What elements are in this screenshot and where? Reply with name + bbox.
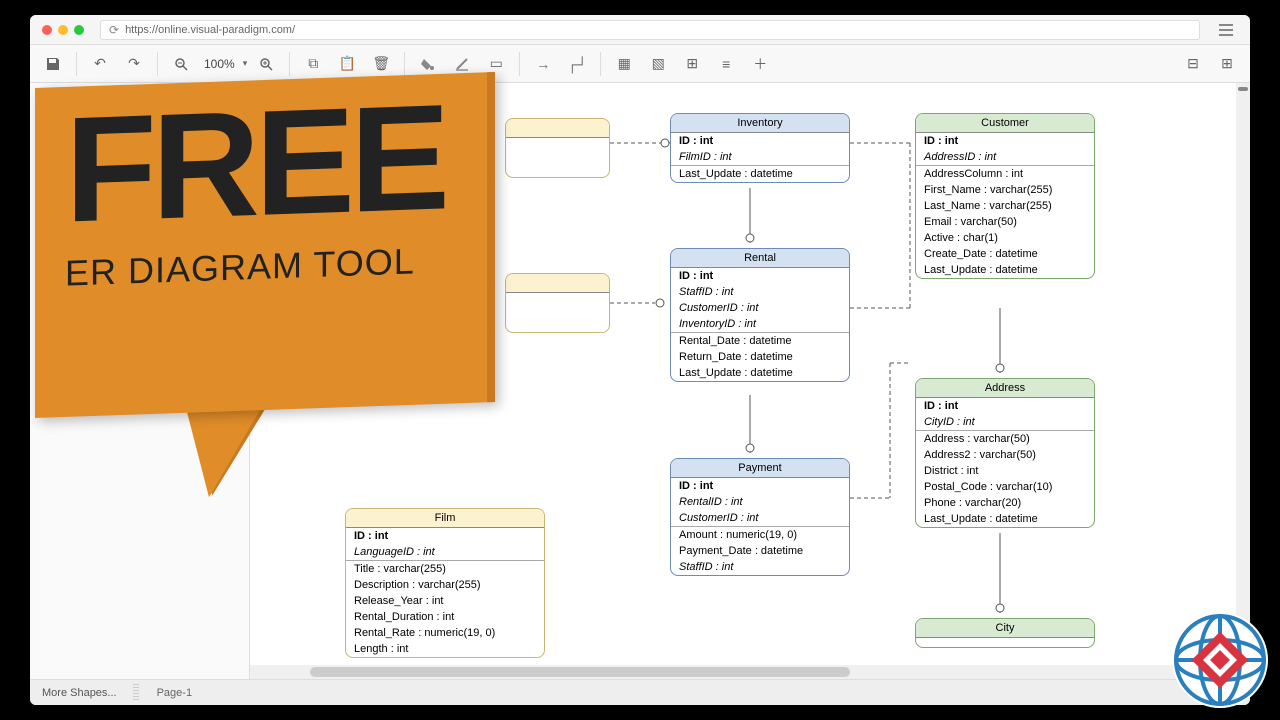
zoom-in-icon[interactable]: [251, 50, 281, 78]
entity-field: Description : varchar(255): [346, 577, 544, 593]
to-front-icon[interactable]: ▦: [609, 50, 639, 78]
scrollbar-horizontal[interactable]: [250, 665, 1234, 679]
entity-field: Length : int: [346, 641, 544, 657]
entity-field: Amount : numeric(19, 0): [671, 527, 849, 543]
entity-field: District : int: [916, 463, 1094, 479]
toolbar: ↶ ↷ 100%▾ ⧉ 📋 🗑 ▭ → ┌┘ ▦ ▧ ⊞ ≡ ＋ ⊟ ⊞: [30, 45, 1250, 83]
entity-field: LanguageID : int: [346, 544, 544, 561]
window-minimize-icon[interactable]: [58, 25, 68, 35]
window-close-icon[interactable]: [42, 25, 52, 35]
entity-field: Payment_Date : datetime: [671, 543, 849, 559]
outline-panel-icon[interactable]: ⊞: [1212, 50, 1242, 78]
entity-body: ID : intAddressID : intAddressColumn : i…: [916, 133, 1094, 278]
entity-title: Payment: [671, 459, 849, 478]
entity-field: Last_Update : datetime: [916, 511, 1094, 527]
entity-field: Rental_Duration : int: [346, 609, 544, 625]
entity-body: ID : intCityID : intAddress : varchar(50…: [916, 398, 1094, 527]
entity-field: CustomerID : int: [671, 300, 849, 316]
more-shapes-button[interactable]: More Shapes...: [38, 687, 121, 699]
entity-field: Last_Update : datetime: [671, 365, 849, 381]
entity-field: StaffID : int: [671, 284, 849, 300]
to-back-icon[interactable]: ▧: [643, 50, 673, 78]
zoom-out-icon[interactable]: [166, 50, 196, 78]
entity-field: Last_Update : datetime: [916, 262, 1094, 278]
format-panel-icon[interactable]: ⊟: [1178, 50, 1208, 78]
brand-logo-icon: [1170, 610, 1270, 710]
save-icon[interactable]: [38, 50, 68, 78]
entity-field: ID : int: [671, 133, 849, 149]
redo-icon[interactable]: ↷: [119, 50, 149, 78]
reload-icon[interactable]: ⟳: [109, 23, 119, 37]
entity-title: Address: [916, 379, 1094, 398]
entity-address[interactable]: Address ID : intCityID : intAddress : va…: [915, 378, 1095, 528]
entity-field: Address2 : varchar(50): [916, 447, 1094, 463]
entity-field: CustomerID : int: [671, 510, 849, 527]
entity-field: Release_Year : int: [346, 593, 544, 609]
entity-field: Address : varchar(50): [916, 431, 1094, 447]
entity-field: Create_Date : datetime: [916, 246, 1094, 262]
hamburger-icon[interactable]: [1214, 18, 1238, 42]
entity-film[interactable]: Film ID : intLanguageID : intTitle : var…: [345, 508, 545, 658]
entity-inventory[interactable]: Inventory ID : intFilmID : intLast_Updat…: [670, 113, 850, 183]
entity-field: Last_Update : datetime: [671, 166, 849, 182]
entity-title: Film: [346, 509, 544, 528]
url-text: https://online.visual-paradigm.com/: [125, 24, 295, 36]
window-maximize-icon[interactable]: [74, 25, 84, 35]
url-bar[interactable]: ⟳ https://online.visual-paradigm.com/: [100, 20, 1200, 40]
entity-body: ID : intRentalID : intCustomerID : intAm…: [671, 478, 849, 575]
entity-body: ID : intFilmID : intLast_Update : dateti…: [671, 133, 849, 182]
entity-customer[interactable]: Customer ID : intAddressID : intAddressC…: [915, 113, 1095, 279]
entity-field: StaffID : int: [671, 559, 849, 575]
add-icon[interactable]: ＋: [745, 50, 775, 78]
entity-field: First_Name : varchar(255): [916, 182, 1094, 198]
distribute-icon[interactable]: ≡: [711, 50, 741, 78]
entity-field: Phone : varchar(20): [916, 495, 1094, 511]
titlebar: ⟳ https://online.visual-paradigm.com/: [30, 15, 1250, 45]
entity-title: City: [916, 619, 1094, 638]
entity-field: Active : char(1): [916, 230, 1094, 246]
entity-payment[interactable]: Payment ID : intRentalID : intCustomerID…: [670, 458, 850, 576]
entity-field: CityID : int: [916, 414, 1094, 431]
entity-field: ID : int: [346, 528, 544, 544]
promo-banner: FREE ER DIAGRAM TOOL: [35, 80, 525, 500]
page-tab[interactable]: Page-1: [147, 687, 202, 699]
entity-field: Postal_Code : varchar(10): [916, 479, 1094, 495]
entity-field: Rental_Date : datetime: [671, 333, 849, 349]
scrollbar-vertical[interactable]: [1236, 83, 1250, 665]
entity-field: ID : int: [916, 398, 1094, 414]
connector-icon[interactable]: →: [528, 50, 558, 78]
drag-handle-icon[interactable]: [133, 684, 139, 702]
undo-icon[interactable]: ↶: [85, 50, 115, 78]
entity-field: ID : int: [671, 478, 849, 494]
entity-field: Title : varchar(255): [346, 561, 544, 577]
entity-field: FilmID : int: [671, 149, 849, 166]
entity-field: AddressColumn : int: [916, 166, 1094, 182]
entity-field: Email : varchar(50): [916, 214, 1094, 230]
entity-field: ID : int: [916, 133, 1094, 149]
entity-body: ID : intLanguageID : intTitle : varchar(…: [346, 528, 544, 657]
entity-field: AddressID : int: [916, 149, 1094, 166]
entity-field: RentalID : int: [671, 494, 849, 510]
entity-field: Last_Name : varchar(255): [916, 198, 1094, 214]
entity-city[interactable]: City: [915, 618, 1095, 648]
waypoint-icon[interactable]: ┌┘: [562, 50, 592, 78]
entity-field: InventoryID : int: [671, 316, 849, 333]
entity-field: Rental_Rate : numeric(19, 0): [346, 625, 544, 641]
entity-field: ID : int: [671, 268, 849, 284]
entity-title: Customer: [916, 114, 1094, 133]
entity-title: Inventory: [671, 114, 849, 133]
banner-headline: FREE: [65, 93, 445, 234]
paste-icon[interactable]: 📋: [332, 50, 362, 78]
entity-field: Return_Date : datetime: [671, 349, 849, 365]
align-icon[interactable]: ⊞: [677, 50, 707, 78]
tab-bar: More Shapes... Page-1: [30, 679, 1250, 705]
entity-rental[interactable]: Rental ID : intStaffID : intCustomerID :…: [670, 248, 850, 382]
entity-title: Rental: [671, 249, 849, 268]
zoom-level[interactable]: 100%: [200, 57, 239, 71]
entity-body: ID : intStaffID : intCustomerID : intInv…: [671, 268, 849, 381]
copy-icon[interactable]: ⧉: [298, 50, 328, 78]
